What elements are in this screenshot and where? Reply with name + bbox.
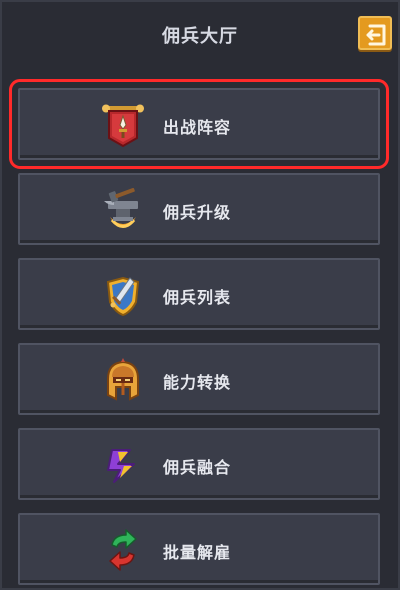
anvil-icon xyxy=(100,187,146,233)
menu-item-battle-lineup[interactable]: 出战阵容 xyxy=(9,79,389,169)
sword-shield-icon xyxy=(100,272,146,318)
back-arrow-icon xyxy=(366,24,386,46)
menu-item-upgrade[interactable]: 佣兵升级 xyxy=(18,173,380,245)
menu-item-label: 出战阵容 xyxy=(163,118,232,137)
menu-item-label: 佣兵列表 xyxy=(163,288,232,307)
menu-item-fusion[interactable]: 佣兵融合 xyxy=(18,428,380,500)
menu-item-batch-dismiss[interactable]: 批量解雇 xyxy=(18,513,380,585)
recycle-arrows-icon xyxy=(100,527,146,573)
menu-item-mercenary-list[interactable]: 佣兵列表 xyxy=(18,258,380,330)
menu-list: 出战阵容 佣兵升级 佣兵列表 能力转换 佣兵融合 批量解雇 xyxy=(9,79,389,590)
back-button[interactable] xyxy=(358,16,392,50)
menu-item-label: 能力转换 xyxy=(163,373,232,392)
menu-item-label: 佣兵升级 xyxy=(163,203,232,222)
menu-item-ability-convert[interactable]: 能力转换 xyxy=(18,343,380,415)
page-title: 佣兵大厅 xyxy=(162,26,238,47)
menu-item-label: 批量解雇 xyxy=(163,543,232,562)
mercenary-hall-panel: 佣兵大厅 出战阵容 佣兵升级 佣兵列表 能力转换 佣兵融合 批量解雇 xyxy=(0,0,400,590)
banner-shield-icon xyxy=(100,102,146,148)
menu-item-label: 佣兵融合 xyxy=(163,458,232,477)
fusion-icon xyxy=(100,442,146,488)
helmet-icon xyxy=(100,357,146,403)
